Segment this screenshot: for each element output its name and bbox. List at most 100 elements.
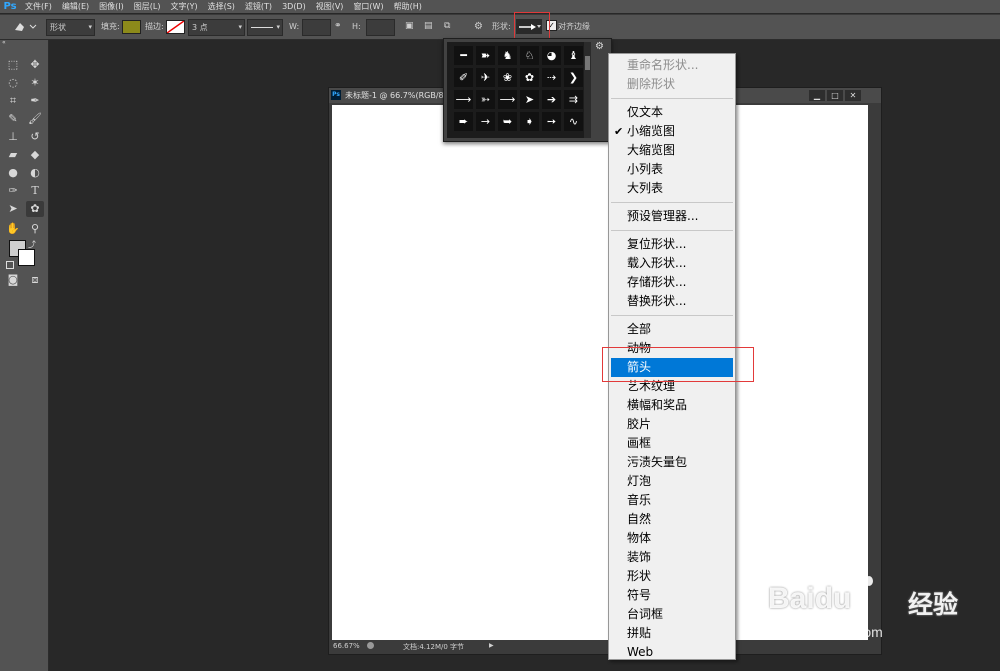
snail-shape-icon[interactable]: ◕ <box>542 46 561 65</box>
menu-view[interactable]: 视图(V) <box>316 0 344 13</box>
fish-shape-icon[interactable]: ➽ <box>476 46 495 65</box>
minimize-button[interactable]: ▁ <box>809 90 825 101</box>
brush-tool-icon[interactable]: 🖌 <box>26 111 44 127</box>
menu-item-tiles[interactable]: 拼贴 <box>609 624 735 643</box>
hand-tool-icon[interactable]: ✋ <box>4 221 22 237</box>
menu-item-music[interactable]: 音乐 <box>609 491 735 510</box>
pen-tool-icon[interactable]: ✑ <box>4 183 22 199</box>
rabbit-shape-icon[interactable]: ♝ <box>564 46 583 65</box>
background-color-swatch[interactable] <box>18 249 35 266</box>
marquee-tool-icon[interactable]: ⬚ <box>4 57 22 73</box>
width-input[interactable] <box>302 19 331 36</box>
status-menu-arrow-icon[interactable]: ▶ <box>489 642 494 649</box>
screen-mode-icon[interactable]: ⧈ <box>26 272 44 288</box>
arrow-heavy-shape-icon[interactable]: ➙ <box>542 112 561 131</box>
menu-help[interactable]: 帮助(H) <box>394 0 422 13</box>
menu-item-shapes[interactable]: 形状 <box>609 567 735 586</box>
arrow-block-shape-icon[interactable]: ➨ <box>454 112 473 131</box>
quick-mask-icon[interactable]: ◙ <box>4 272 22 288</box>
link-icon[interactable]: ⚭ <box>334 19 342 34</box>
menu-item-symbols[interactable]: 符号 <box>609 586 735 605</box>
arrow-feather-shape-icon[interactable]: ➳ <box>476 90 495 109</box>
wave-shape-icon[interactable]: ∿ <box>564 112 583 131</box>
arrow-bold-shape-icon[interactable]: ➔ <box>542 90 561 109</box>
crop-tool-icon[interactable]: ⌗ <box>4 93 22 109</box>
arrow-long-shape-icon[interactable]: ⟶ <box>498 90 517 109</box>
custom-shape-tool-icon[interactable]: ✿ <box>26 201 44 217</box>
menu-select[interactable]: 选择(S) <box>208 0 235 13</box>
eraser-tool-icon[interactable]: ▰ <box>4 147 22 163</box>
path-selection-tool-icon[interactable]: ➤ <box>4 201 22 217</box>
shape-grid-scrollbar[interactable] <box>584 42 591 138</box>
menu-item-frames[interactable]: 画框 <box>609 434 735 453</box>
arrow-notched-shape-icon[interactable]: ➥ <box>498 112 517 131</box>
lasso-tool-icon[interactable]: ◌ <box>4 75 22 91</box>
zoom-level[interactable]: 66.67% <box>333 642 360 650</box>
stroke-type-select[interactable]: ▾ <box>247 19 283 36</box>
type-tool-icon[interactable]: T <box>26 183 44 199</box>
menu-window[interactable]: 窗口(W) <box>353 0 383 13</box>
tool-mode-select[interactable]: 形状 ▾ <box>46 19 95 36</box>
gear-icon[interactable]: ⚙ <box>595 41 604 52</box>
height-input[interactable] <box>366 19 395 36</box>
gear-icon[interactable]: ⚙ <box>474 19 483 34</box>
stroke-size-field[interactable]: 3 点 ▾ <box>188 19 245 36</box>
menu-item-large-thumbnail[interactable]: 大缩览图 <box>609 141 735 160</box>
menu-item-preset-manager[interactable]: 预设管理器... <box>609 207 735 226</box>
menu-item-small-thumbnail[interactable]: ✔ 小缩览图 <box>609 122 735 141</box>
menu-item-nature[interactable]: 自然 <box>609 510 735 529</box>
menu-item-web[interactable]: Web <box>609 643 735 662</box>
cat-shape-icon[interactable]: ♞ <box>498 46 517 65</box>
path-alignment-icon[interactable]: ▤ <box>424 19 433 34</box>
menu-item-objects[interactable]: 物体 <box>609 529 735 548</box>
clone-stamp-tool-icon[interactable]: ⊥ <box>4 129 22 145</box>
dog-shape-icon[interactable]: ♘ <box>520 46 539 65</box>
menu-item-large-list[interactable]: 大列表 <box>609 179 735 198</box>
chevron-shape-icon[interactable]: ❯ <box>564 68 583 87</box>
feather-shape-icon[interactable]: ✐ <box>454 68 473 87</box>
menu-item-load-shapes[interactable]: 载入形状... <box>609 254 735 273</box>
paw-print-shape-icon[interactable]: ❀ <box>498 68 517 87</box>
menu-file[interactable]: 文件(F) <box>25 0 52 13</box>
status-info-icon[interactable] <box>367 642 374 649</box>
path-operations-icon[interactable]: ▣ <box>405 19 414 34</box>
menu-edit[interactable]: 编辑(E) <box>62 0 89 13</box>
history-brush-tool-icon[interactable]: ↺ <box>26 129 44 145</box>
maximize-button[interactable]: □ <box>827 90 843 101</box>
arrow-thin-shape-icon[interactable]: ⟶ <box>454 90 473 109</box>
menu-item-film[interactable]: 胶片 <box>609 415 735 434</box>
bird-shape-icon[interactable]: ✈ <box>476 68 495 87</box>
arrow-dashed-shape-icon[interactable]: ⇢ <box>542 68 561 87</box>
path-arrangement-icon[interactable]: ⧉ <box>444 19 450 34</box>
fill-swatch[interactable] <box>122 20 141 34</box>
menu-item-banners-awards[interactable]: 横幅和奖品 <box>609 396 735 415</box>
arrow-pentagon-shape-icon[interactable]: ➧ <box>520 112 539 131</box>
paw-print-2-shape-icon[interactable]: ✿ <box>520 68 539 87</box>
zoom-tool-icon[interactable]: ⚲ <box>26 221 44 237</box>
dodge-tool-icon[interactable]: ◐ <box>26 165 44 181</box>
menu-item-small-list[interactable]: 小列表 <box>609 160 735 179</box>
blur-tool-icon[interactable]: ● <box>4 165 22 181</box>
menu-item-ornaments[interactable]: 装饰 <box>609 548 735 567</box>
menu-item-text-only[interactable]: 仅文本 <box>609 103 735 122</box>
magic-wand-tool-icon[interactable]: ✶ <box>26 75 44 91</box>
menu-type[interactable]: 文字(Y) <box>170 0 197 13</box>
arrow-double-shape-icon[interactable]: ⇉ <box>564 90 583 109</box>
close-button[interactable]: ✕ <box>845 90 861 101</box>
menu-item-grime-vector-pack[interactable]: 污渍矢量包 <box>609 453 735 472</box>
arrow-triangle-shape-icon[interactable]: ➤ <box>520 90 539 109</box>
collapse-icon[interactable]: « <box>0 40 50 46</box>
menu-image[interactable]: 图像(I) <box>99 0 124 13</box>
bone-shape-icon[interactable]: ━ <box>454 46 473 65</box>
swap-colors-icon[interactable]: ⤴ <box>28 239 36 250</box>
menu-item-light-bulbs[interactable]: 灯泡 <box>609 472 735 491</box>
menu-filter[interactable]: 滤镜(T) <box>245 0 272 13</box>
menu-layer[interactable]: 图层(L) <box>134 0 161 13</box>
menu-item-replace-shapes[interactable]: 替换形状... <box>609 292 735 311</box>
menu-3d[interactable]: 3D(D) <box>282 0 306 13</box>
menu-item-save-shapes[interactable]: 存储形状... <box>609 273 735 292</box>
menu-item-reset-shapes[interactable]: 复位形状... <box>609 235 735 254</box>
tool-preset-picker[interactable] <box>12 19 38 34</box>
arrow-narrow-shape-icon[interactable]: → <box>476 112 495 131</box>
paint-bucket-tool-icon[interactable]: ◆ <box>26 147 44 163</box>
